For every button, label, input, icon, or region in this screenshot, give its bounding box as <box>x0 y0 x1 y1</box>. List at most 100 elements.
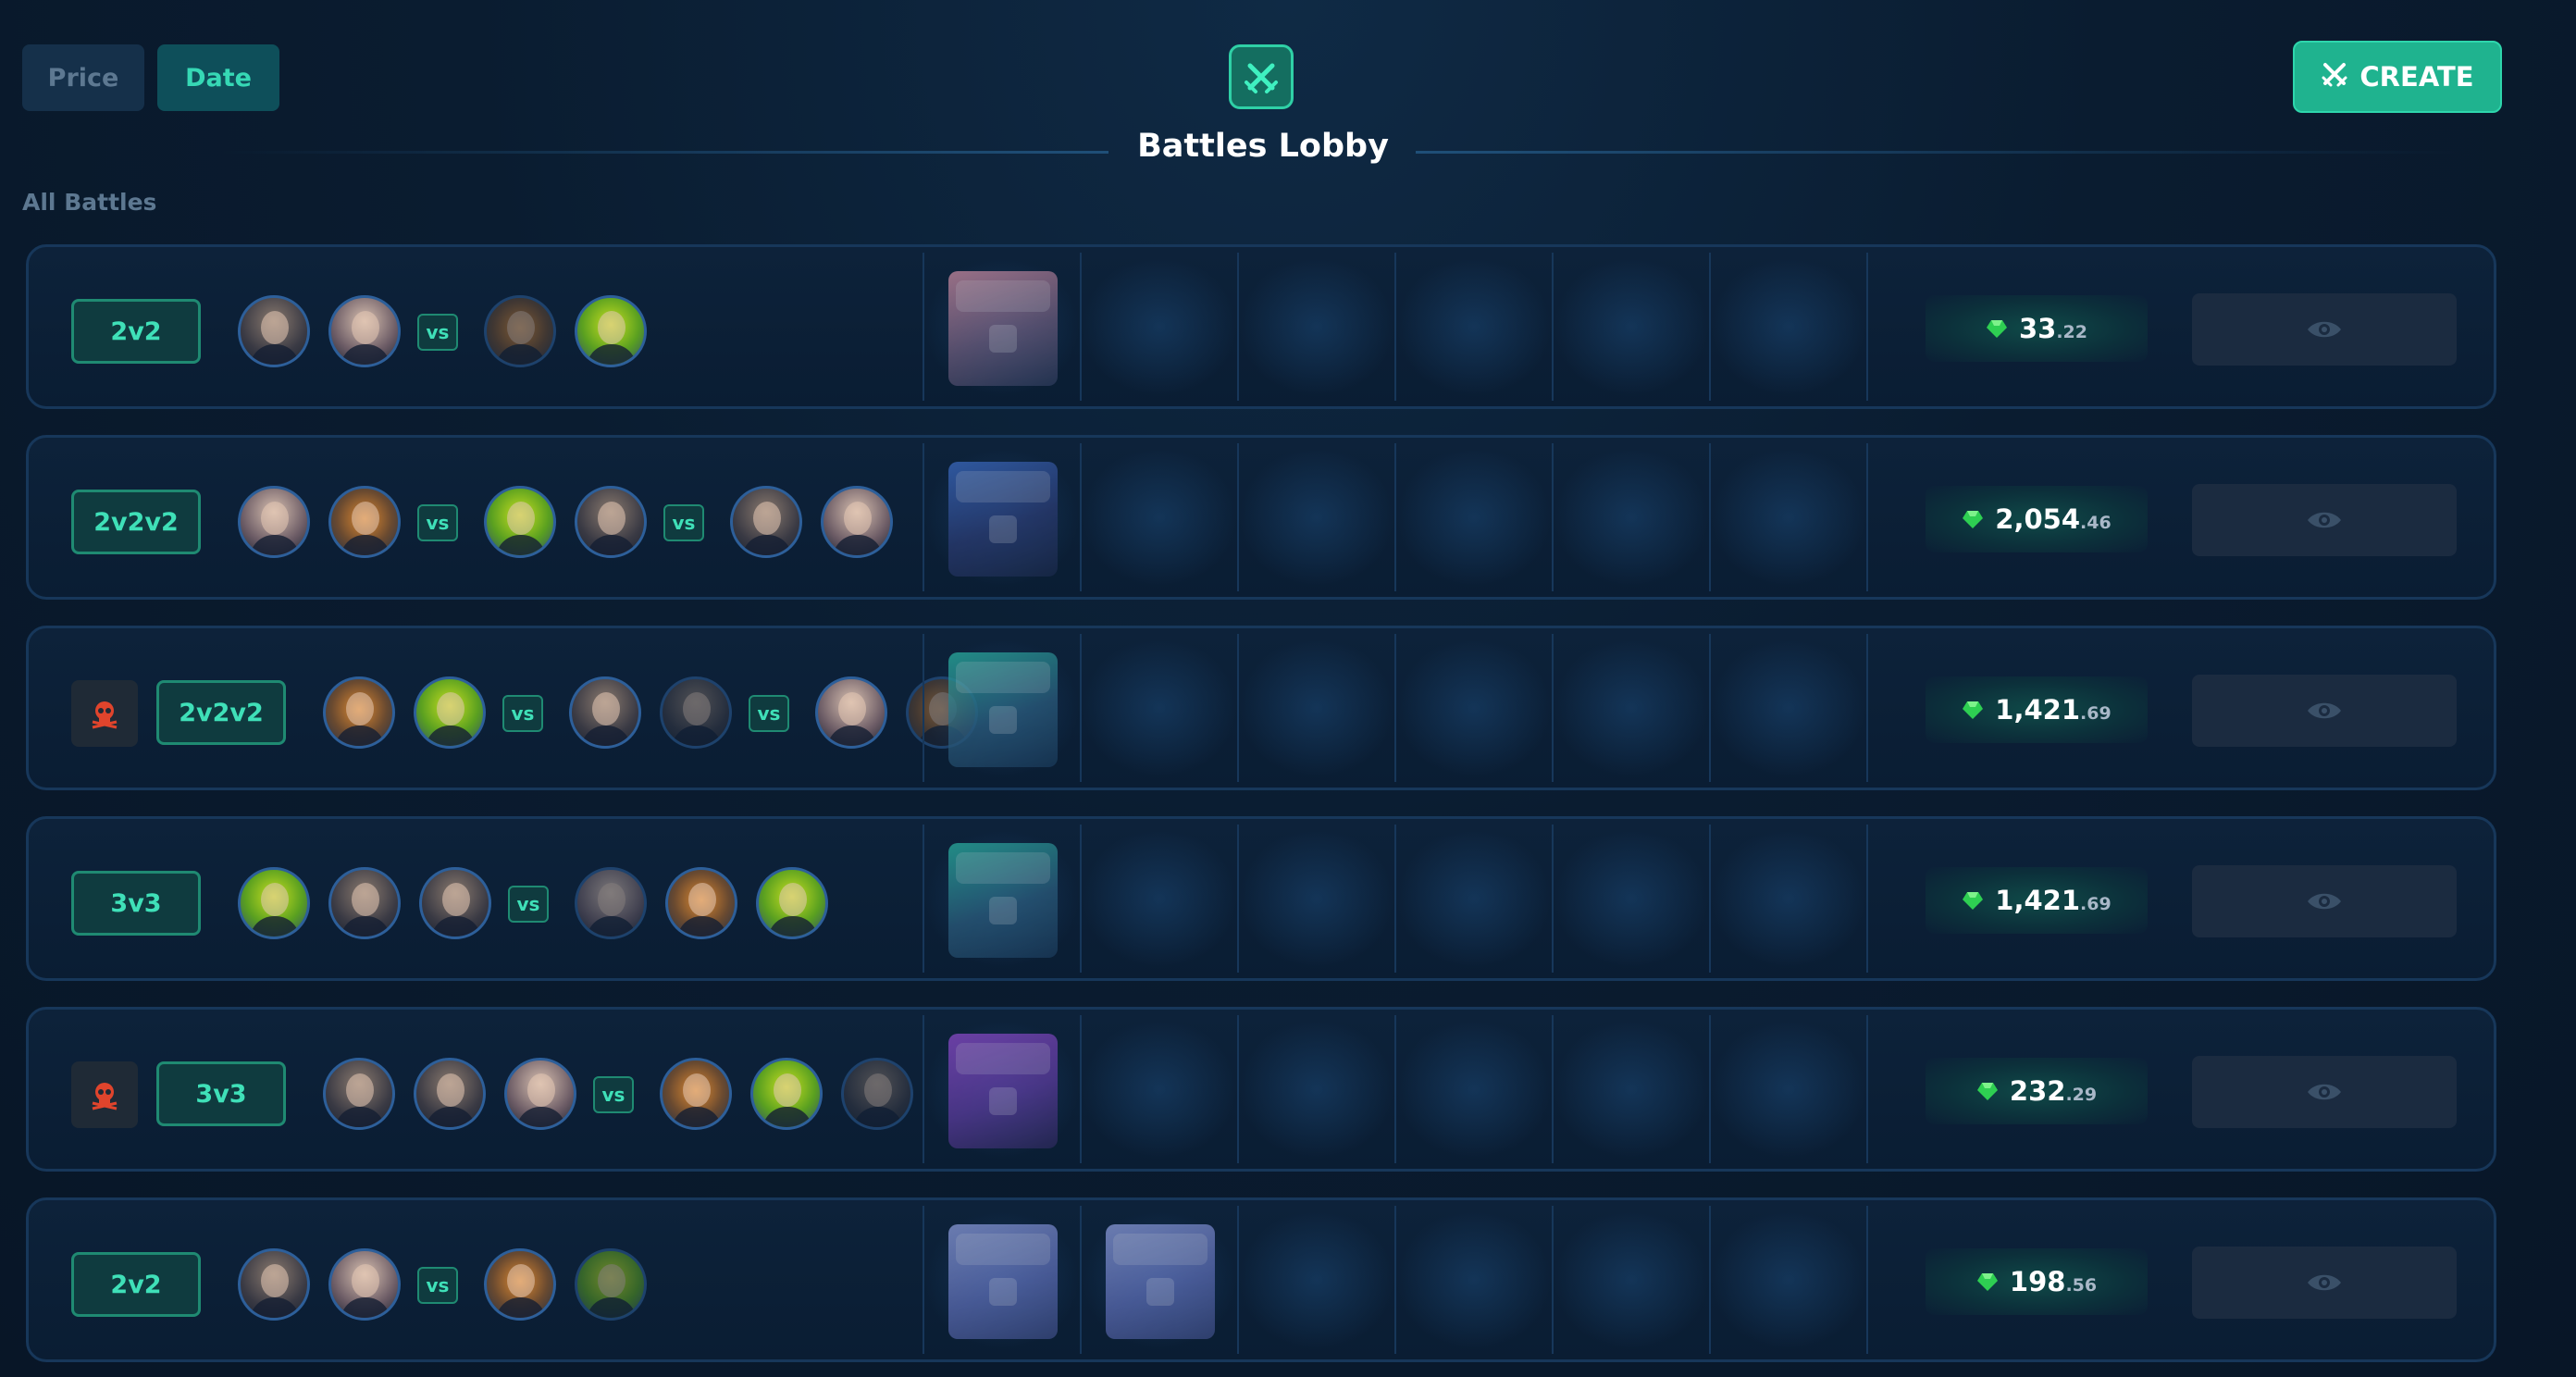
player-avatar[interactable] <box>414 1058 486 1130</box>
player-avatar[interactable] <box>730 486 802 558</box>
price-cents: .46 <box>2080 513 2112 533</box>
player-avatar[interactable] <box>419 867 491 939</box>
eye-icon <box>2306 890 2343 912</box>
player-avatar[interactable] <box>328 295 401 367</box>
case-slot <box>1396 447 1552 588</box>
create-battle-button[interactable]: CREATE <box>2293 41 2502 113</box>
player-avatar[interactable] <box>841 1058 913 1130</box>
price-cents: .22 <box>2056 322 2088 342</box>
create-button-label: CREATE <box>2359 61 2474 93</box>
case-slot <box>1554 447 1709 588</box>
player-avatar[interactable] <box>665 867 737 939</box>
player-avatar[interactable] <box>323 1058 395 1130</box>
battle-mode-badge: 2v2 <box>71 299 201 364</box>
battle-mode-badge: 2v2v2 <box>71 490 201 554</box>
player-avatar[interactable] <box>484 1248 556 1321</box>
battle-mode-badge: 3v3 <box>71 871 201 936</box>
price-value: 1,421.69 <box>1995 885 2111 916</box>
case-slot-divider <box>1866 634 1868 782</box>
case-slot-divider <box>1866 1015 1868 1163</box>
case-slot <box>1711 256 1866 397</box>
player-avatar[interactable] <box>328 867 401 939</box>
price-whole: 198 <box>2009 1266 2066 1297</box>
case-slot <box>1396 256 1552 397</box>
case-slot <box>1711 638 1866 778</box>
view-battle-button[interactable] <box>2192 1247 2457 1319</box>
vs-badge: vs <box>593 1076 634 1113</box>
case-slot <box>1239 1210 1394 1350</box>
case-slot-divider <box>1866 443 1868 591</box>
player-avatar[interactable] <box>569 676 641 749</box>
case-slot <box>1396 638 1552 778</box>
gem-icon <box>1962 889 1984 912</box>
skull-icon <box>71 680 138 747</box>
page-title: Battles Lobby <box>1137 128 1389 165</box>
case-slot <box>1082 447 1237 588</box>
battle-mode-badge: 2v2v2 <box>156 680 286 745</box>
crossed-swords-icon <box>1229 44 1294 109</box>
player-avatar[interactable] <box>575 1248 647 1321</box>
case-image <box>948 652 1058 767</box>
eye-icon <box>2306 509 2343 531</box>
player-avatar[interactable] <box>238 1248 310 1321</box>
player-avatar[interactable] <box>575 867 647 939</box>
battle-row: 2v2 vs 33.22 <box>26 244 2496 409</box>
case-slot <box>1082 256 1237 397</box>
player-avatar[interactable] <box>484 295 556 367</box>
case-slot <box>1082 638 1237 778</box>
vs-badge: vs <box>749 695 789 732</box>
player-avatar[interactable] <box>238 867 310 939</box>
view-battle-button[interactable] <box>2192 865 2457 937</box>
player-avatar[interactable] <box>323 676 395 749</box>
player-avatar[interactable] <box>756 867 828 939</box>
player-avatar[interactable] <box>821 486 893 558</box>
case-slot <box>1711 1210 1866 1350</box>
view-battle-button[interactable] <box>2192 293 2457 366</box>
price-whole: 1,421 <box>1995 694 2081 726</box>
case-slot <box>1554 1210 1709 1350</box>
sort-date-button[interactable]: Date <box>157 44 279 111</box>
player-avatar[interactable] <box>504 1058 576 1130</box>
case-slot-divider <box>1866 825 1868 973</box>
case-slot <box>1396 828 1552 969</box>
vs-badge: vs <box>417 504 458 541</box>
vs-badge: vs <box>508 886 549 923</box>
price-whole: 1,421 <box>1995 885 2081 916</box>
battle-row: 2v2v2 vs vs 2,054.46 <box>26 435 2496 600</box>
player-avatar[interactable] <box>328 486 401 558</box>
case-slot <box>1711 1019 1866 1160</box>
case-image <box>948 462 1058 577</box>
gem-icon <box>1976 1271 1999 1293</box>
player-avatar[interactable] <box>484 486 556 558</box>
case-image <box>948 843 1058 958</box>
case-slot <box>1239 256 1394 397</box>
view-battle-button[interactable] <box>2192 1056 2457 1128</box>
player-avatar[interactable] <box>238 295 310 367</box>
gem-icon <box>1986 317 2008 340</box>
battle-price: 33.22 <box>1926 295 2148 362</box>
view-battle-button[interactable] <box>2192 484 2457 556</box>
view-battle-button[interactable] <box>2192 675 2457 747</box>
player-avatar[interactable] <box>815 676 887 749</box>
player-avatar[interactable] <box>575 295 647 367</box>
battle-price: 1,421.69 <box>1926 867 2148 934</box>
player-avatar[interactable] <box>328 1248 401 1321</box>
battle-row: 3v3 vs 1,421.69 <box>26 816 2496 981</box>
battle-price: 1,421.69 <box>1926 676 2148 743</box>
case-image <box>1106 1224 1215 1339</box>
player-avatar[interactable] <box>575 486 647 558</box>
eye-icon <box>2306 318 2343 341</box>
case-slot-divider <box>1866 253 1868 401</box>
sort-price-button[interactable]: Price <box>22 44 144 111</box>
case-slot-divider <box>1866 1206 1868 1354</box>
price-whole: 33 <box>2018 313 2057 344</box>
case-image <box>948 1034 1058 1148</box>
price-cents: .56 <box>2065 1275 2098 1296</box>
case-slot <box>1082 1019 1237 1160</box>
case-slot <box>1554 638 1709 778</box>
player-avatar[interactable] <box>750 1058 823 1130</box>
player-avatar[interactable] <box>414 676 486 749</box>
player-avatar[interactable] <box>660 676 732 749</box>
player-avatar[interactable] <box>238 486 310 558</box>
player-avatar[interactable] <box>660 1058 732 1130</box>
